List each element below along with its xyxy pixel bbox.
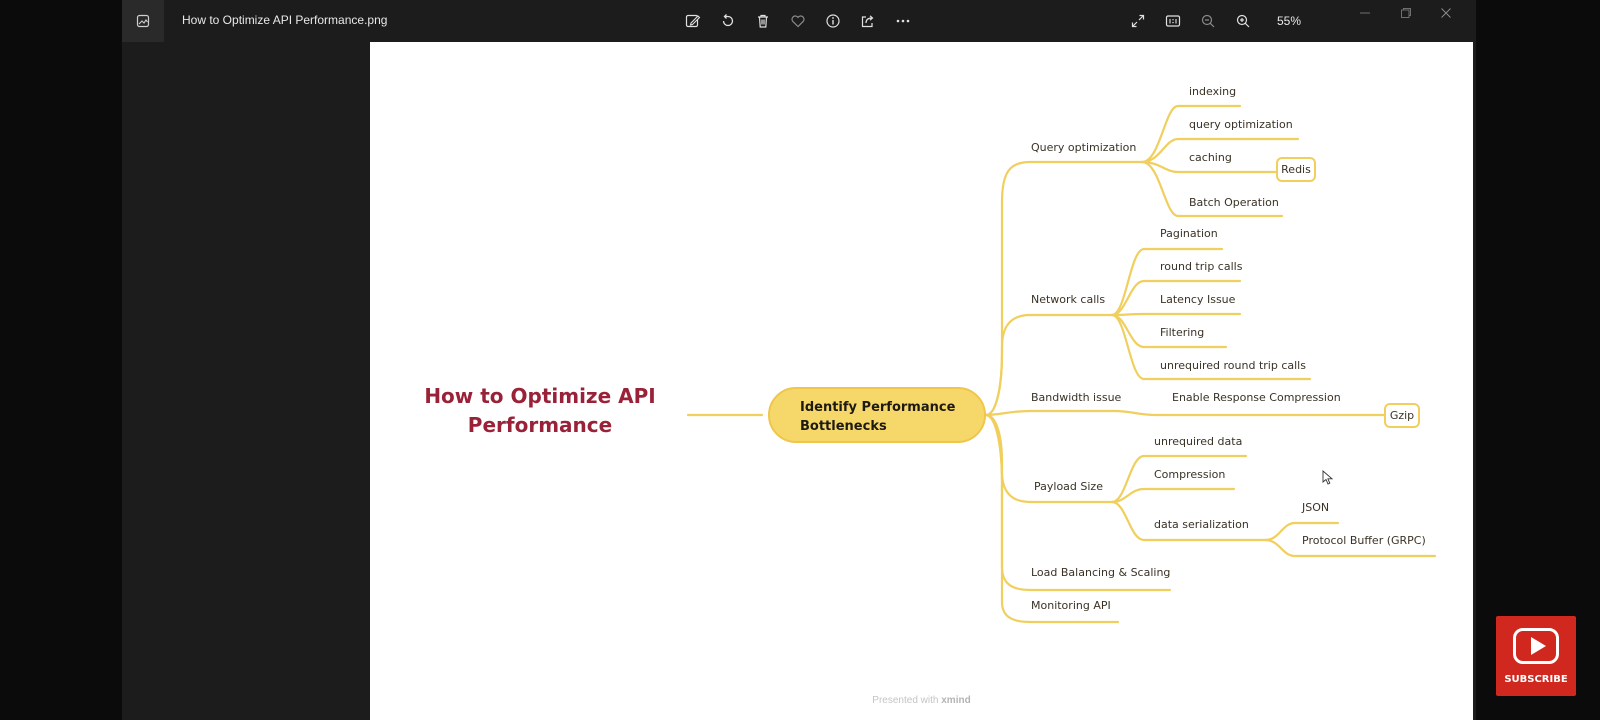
central-topic-label: Identify Performance Bottlenecks (800, 400, 956, 434)
topic-load-balancing-scaling: Load Balancing & Scaling (1031, 566, 1171, 579)
subtopic-query-optimization: query optimization (1189, 118, 1293, 131)
close-icon[interactable] (1435, 2, 1457, 24)
subtopic-filtering: Filtering (1160, 326, 1205, 339)
topic-payload-size: Payload Size (1034, 480, 1103, 493)
play-icon (1513, 628, 1559, 664)
subtopic-caching: caching (1189, 151, 1232, 164)
presented-with-footer: Presented with xmind (370, 695, 1473, 706)
node-redis: Redis (1276, 157, 1316, 182)
restore-icon[interactable] (1395, 2, 1417, 24)
footer-prefix: Presented with (872, 695, 939, 706)
actual-size-icon[interactable] (1162, 10, 1184, 32)
mindmap-branches (686, 104, 1437, 624)
title-bar: How to Optimize API Performance.png 55% (122, 0, 1476, 42)
zoom-level[interactable]: 55% (1277, 14, 1301, 28)
central-topic: Identify Performance Bottlenecks (768, 387, 986, 443)
fullscreen-icon[interactable] (1127, 10, 1149, 32)
photos-app-icon[interactable] (122, 0, 164, 42)
subtopic-pagination: Pagination (1160, 227, 1218, 240)
topic-bandwidth-issue: Bandwidth issue (1031, 391, 1122, 404)
info-icon[interactable] (822, 10, 844, 32)
rotate-icon[interactable] (717, 10, 739, 32)
zoom-out-icon[interactable] (1197, 10, 1219, 32)
file-name: How to Optimize API Performance.png (182, 13, 388, 27)
subtopic-unrequired-data: unrequired data (1154, 435, 1243, 448)
subtopic-latency-issue: Latency Issue (1160, 293, 1236, 306)
more-icon[interactable] (892, 10, 914, 32)
subtopic-compression: Compression (1154, 468, 1226, 481)
zoom-in-icon[interactable] (1232, 10, 1254, 32)
favorite-icon[interactable] (787, 10, 809, 32)
share-icon[interactable] (857, 10, 879, 32)
root-topic: How to Optimize API Performance (424, 384, 656, 437)
subtopic-round-trip-calls: round trip calls (1160, 260, 1243, 273)
subtopic-batch-operation: Batch Operation (1189, 196, 1279, 209)
photos-window: How to Optimize API Performance.png 55% … (122, 0, 1476, 720)
image-canvas[interactable]: How to Optimize API Performance Identify… (370, 42, 1473, 720)
edit-icon[interactable] (682, 10, 704, 32)
xmind-brand: xmind (941, 695, 971, 706)
topic-monitoring-api: Monitoring API (1031, 599, 1111, 612)
subtopic-json: JSON (1302, 501, 1330, 514)
mouse-cursor-icon (1322, 470, 1334, 485)
subscribe-label: SUBSCRIBE (1504, 674, 1568, 685)
delete-icon[interactable] (752, 10, 774, 32)
minimize-icon[interactable] (1354, 2, 1376, 24)
subtopic-enable-response-compression: Enable Response Compression (1172, 391, 1341, 404)
subtopic-protocol-buffer: Protocol Buffer (GRPC) (1302, 534, 1426, 547)
subscribe-badge[interactable]: SUBSCRIBE (1496, 616, 1576, 696)
subtopic-unrequired-round-trip-calls: unrequired round trip calls (1160, 359, 1306, 372)
topic-network-calls: Network calls (1031, 293, 1106, 306)
topic-query-optimization: Query optimization (1031, 141, 1137, 154)
subtopic-data-serialization: data serialization (1154, 518, 1249, 531)
node-gzip: Gzip (1384, 403, 1420, 428)
subtopic-indexing: indexing (1189, 85, 1237, 98)
